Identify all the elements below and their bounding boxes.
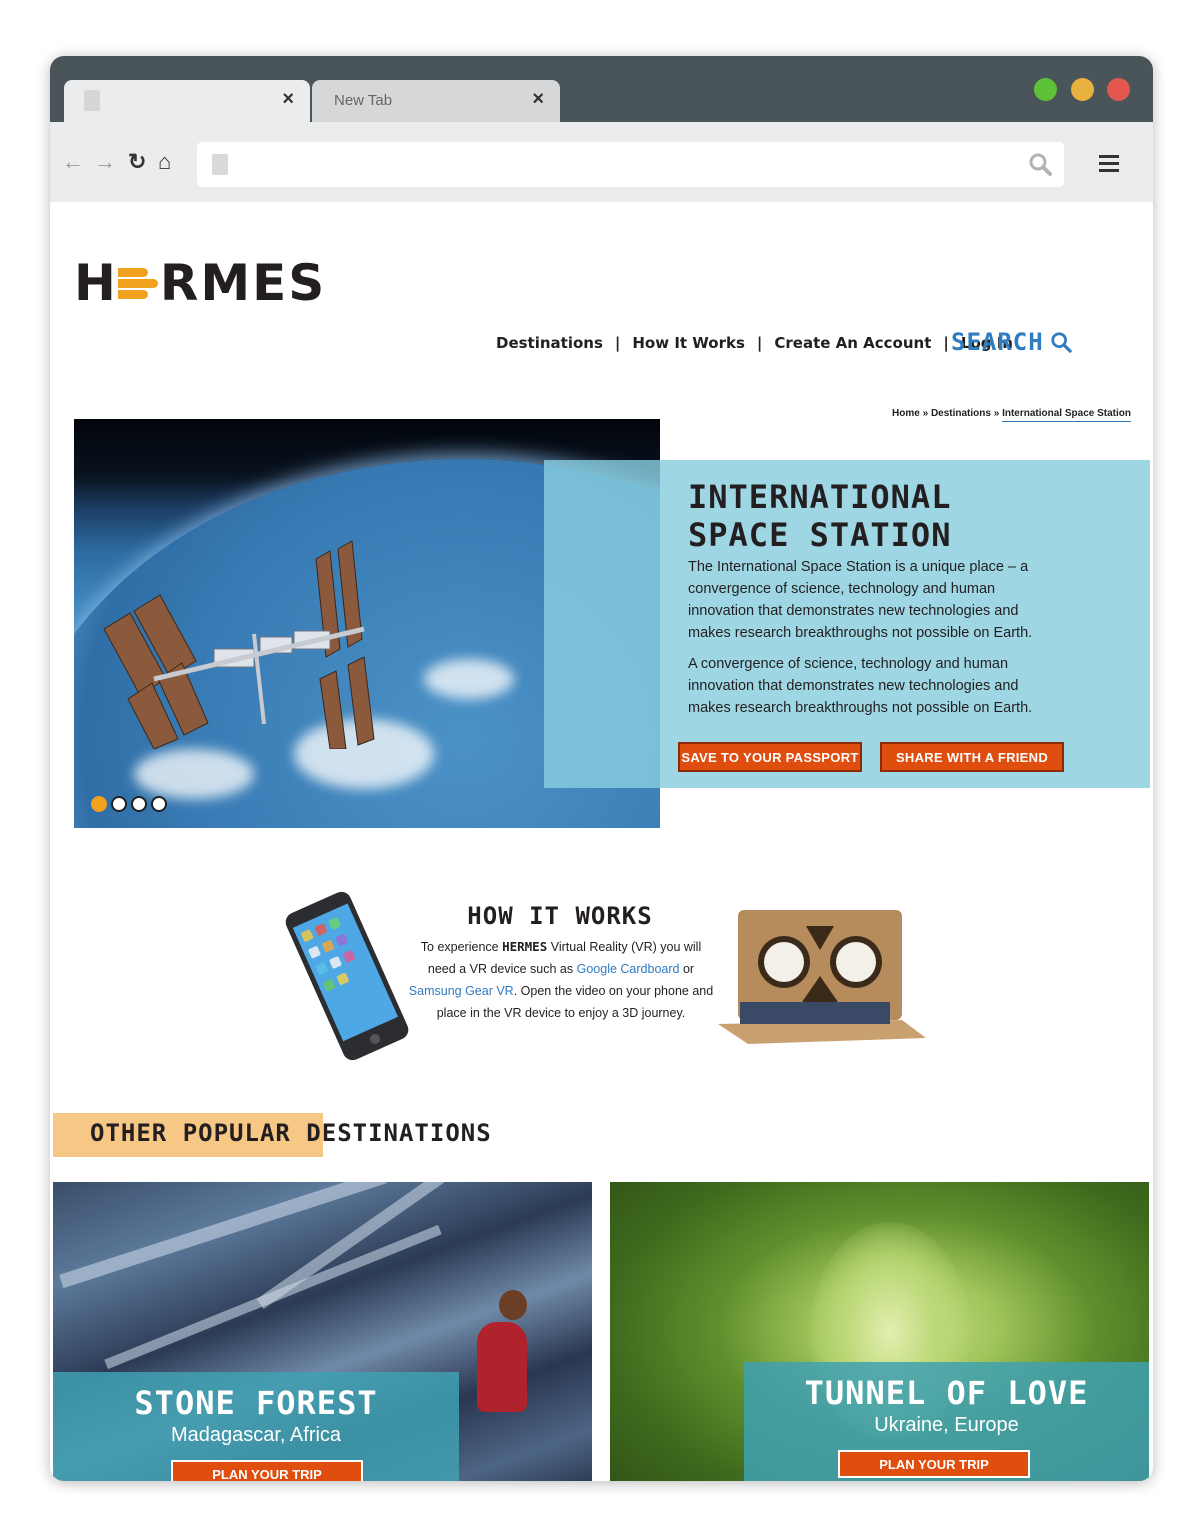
search-label: SEARCH	[951, 328, 1044, 356]
hermes-logo[interactable]: H RMES	[74, 254, 326, 312]
plan-your-trip-button[interactable]: PLAN YOUR TRIP	[171, 1460, 363, 1481]
cloud	[424, 659, 514, 699]
hiw-brand: HERMES	[502, 939, 548, 954]
carousel-dot-1[interactable]	[91, 796, 107, 812]
hero-info-panel: INTERNATIONAL SPACE STATION The Internat…	[544, 460, 1150, 788]
tab-active[interactable]: ×	[64, 80, 310, 122]
close-tab-icon[interactable]: ×	[282, 88, 294, 111]
site-search-link[interactable]: SEARCH	[951, 328, 1072, 356]
card-title: TUNNEL OF LOVE	[804, 1374, 1089, 1412]
reload-icon[interactable]: ↻	[128, 151, 146, 173]
search-icon[interactable]	[1028, 152, 1052, 176]
hero-title: INTERNATIONAL SPACE STATION	[688, 478, 1128, 554]
smartphone-image	[285, 891, 409, 1061]
vr-viewer-image	[718, 910, 926, 1044]
nav-separator: |	[756, 334, 763, 352]
close-window-button[interactable]	[1107, 78, 1130, 101]
hero-paragraph-1: The International Space Station is a uni…	[688, 559, 1033, 641]
forward-arrow-icon[interactable]: →	[94, 151, 116, 173]
nav-separator: |	[614, 334, 621, 352]
breadcrumb-separator: »	[993, 408, 1000, 419]
google-cardboard-link[interactable]: Google Cardboard	[577, 962, 680, 976]
logo-e-mark	[117, 262, 160, 302]
how-it-works-title: HOW IT WORKS	[467, 902, 653, 930]
how-it-works-text: To experience HERMES Virtual Reality (VR…	[408, 936, 714, 1024]
hiw-text-part: or	[682, 962, 695, 976]
browser-window: × New Tab × ← → ↻ ⌂ H RMES Destinations …	[50, 56, 1153, 1481]
hamburger-menu-icon[interactable]	[1099, 155, 1119, 176]
carousel-dot-4[interactable]	[151, 796, 167, 812]
logo-wordmark: H RMES	[74, 254, 327, 312]
samsung-gear-vr-link[interactable]: Samsung Gear VR	[409, 984, 514, 998]
carousel-dot-3[interactable]	[131, 796, 147, 812]
browser-toolbar: ← → ↻ ⌂	[50, 122, 1153, 202]
climber-figure	[477, 1322, 527, 1412]
hero-title-line2: SPACE STATION	[688, 516, 952, 554]
minimize-button[interactable]	[1071, 78, 1094, 101]
destination-card-stone-forest[interactable]: STONE FOREST Madagascar, Africa PLAN YOU…	[53, 1182, 592, 1481]
nav-create-account[interactable]: Create An Account	[774, 334, 931, 352]
plan-your-trip-button[interactable]: PLAN YOUR TRIP	[838, 1450, 1030, 1478]
save-to-passport-button[interactable]: SAVE TO YOUR PASSPORT	[678, 742, 862, 772]
breadcrumb-current: International Space Station	[1002, 408, 1131, 422]
hiw-text-part: To experience	[420, 940, 499, 954]
share-with-friend-button[interactable]: SHARE WITH A FRIEND	[880, 742, 1064, 772]
card-location: Madagascar, Africa	[170, 1424, 342, 1446]
web-page: H RMES Destinations | How It Works | Crea…	[50, 202, 1153, 1481]
cloud	[134, 749, 254, 799]
breadcrumb-home[interactable]: Home	[892, 408, 920, 419]
space-station-image	[103, 540, 375, 749]
breadcrumb-destinations[interactable]: Destinations	[931, 408, 991, 419]
page-icon	[212, 154, 228, 175]
main-nav: Destinations | How It Works | Create An …	[496, 334, 1013, 352]
carousel-dot-2[interactable]	[111, 796, 127, 812]
breadcrumb: Home » Destinations » International Spac…	[892, 408, 1131, 422]
close-tab-icon[interactable]: ×	[532, 88, 544, 111]
nav-how-it-works[interactable]: How It Works	[632, 334, 745, 352]
tab-bar: × New Tab ×	[50, 56, 1153, 122]
hero-title-line1: INTERNATIONAL	[688, 478, 952, 516]
nav-destinations[interactable]: Destinations	[496, 334, 603, 352]
tab-label: New Tab	[334, 92, 393, 109]
carousel-dots	[91, 796, 167, 812]
search-icon	[1051, 332, 1072, 353]
back-arrow-icon[interactable]: ←	[62, 151, 84, 173]
page-icon	[84, 90, 100, 111]
tab-new[interactable]: New Tab ×	[312, 80, 560, 122]
destination-card-tunnel-of-love[interactable]: TUNNEL OF LOVE Ukraine, Europe PLAN YOUR…	[610, 1182, 1149, 1481]
maximize-button[interactable]	[1034, 78, 1057, 101]
card-location: Ukraine, Europe	[874, 1414, 1019, 1436]
address-bar[interactable]	[197, 142, 1064, 187]
nav-separator: |	[943, 334, 949, 352]
breadcrumb-separator: »	[922, 408, 929, 419]
card-overlay: STONE FOREST Madagascar, Africa PLAN YOU…	[53, 1372, 459, 1481]
home-icon[interactable]: ⌂	[158, 151, 171, 173]
climber-head	[499, 1290, 527, 1320]
popular-destinations-heading: OTHER POPULAR DESTINATIONS	[90, 1119, 492, 1147]
hero-paragraph-2: A convergence of science, technology and…	[688, 656, 1033, 716]
card-title: STONE FOREST	[134, 1384, 378, 1422]
card-overlay: TUNNEL OF LOVE Ukraine, Europe PLAN YOUR…	[744, 1362, 1149, 1481]
